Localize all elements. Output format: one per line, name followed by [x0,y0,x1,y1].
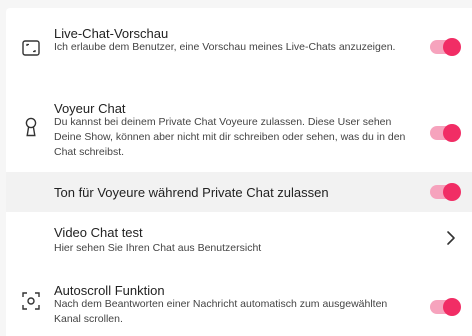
voyeur-chat-toggle[interactable] [430,124,461,142]
toggle-knob [443,124,461,142]
setting-title: Voyeur Chat [54,101,126,116]
setting-video-chat-test[interactable]: Video Chat test Hier sehen Sie Ihren Cha… [6,212,472,274]
chevron-right-icon[interactable] [444,230,458,246]
autoscroll-toggle[interactable] [430,298,461,316]
live-chat-preview-toggle[interactable] [430,38,461,56]
fullscreen-icon [20,37,42,59]
setting-autoscroll: Autoscroll Funktion Nach dem Beantworten… [6,270,472,336]
toggle-knob [443,183,461,201]
setting-description: Du kannst bei deinem Private Chat Voyeur… [54,116,406,158]
toggle-knob [443,38,461,56]
setting-title: Autoscroll Funktion [54,283,165,298]
focus-icon [20,290,42,312]
keyhole-icon [20,116,42,138]
setting-title: Video Chat test [54,225,143,240]
setting-description: Nach dem Beantworten einer Nachricht aut… [54,298,388,325]
setting-description: Hier sehen Sie Ihren Chat aus Benutzersi… [54,242,262,254]
setting-voyeur-chat: Voyeur Chat Du kannst bei deinem Private… [6,88,472,178]
setting-description: Ich erlaube dem Benutzer, eine Vorschau … [54,41,396,53]
settings-panel: Live-Chat-Vorschau Ich erlaube dem Benut… [6,8,472,336]
toggle-knob [443,298,461,316]
setting-title: Ton für Voyeure während Private Chat zul… [54,185,329,200]
setting-title: Live-Chat-Vorschau [54,26,169,41]
setting-voyeur-sound: Ton für Voyeure während Private Chat zul… [6,172,472,212]
setting-live-chat-preview: Live-Chat-Vorschau Ich erlaube dem Benut… [6,8,472,88]
voyeur-sound-toggle[interactable] [430,183,461,201]
